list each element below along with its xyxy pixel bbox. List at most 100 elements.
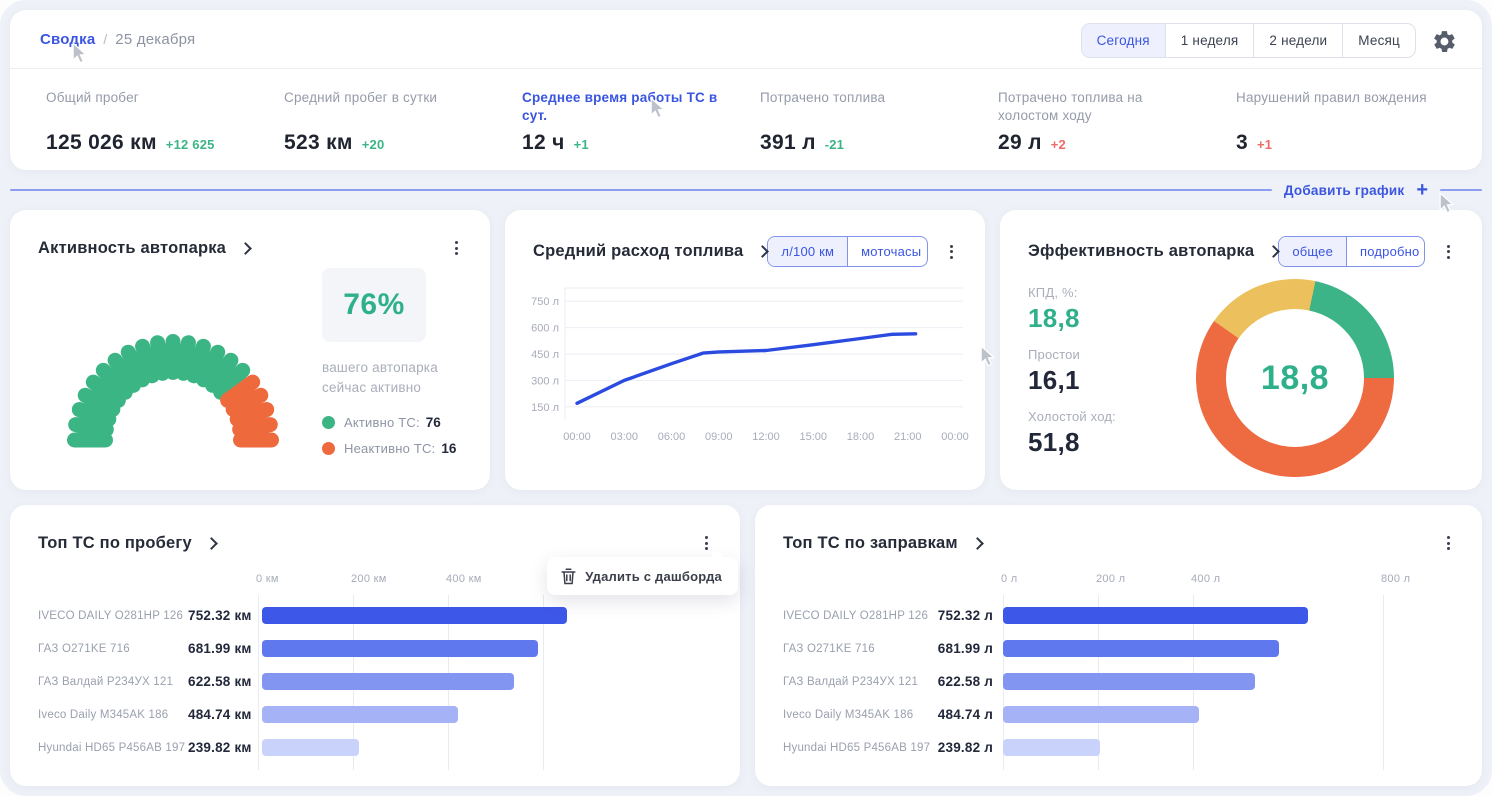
kpi-item: Средний пробег в сутки523 км+20 [284, 89, 522, 155]
card-title: Средний расход топлива [533, 242, 743, 261]
svg-text:03:00: 03:00 [610, 431, 638, 443]
vehicle-label: ГАЗ O271KE 716 [38, 643, 188, 655]
card-title: Топ ТС по пробегу [38, 534, 192, 553]
vehicle-value: 622.58 км [188, 674, 262, 689]
kebab-menu-icon[interactable] [1441, 531, 1456, 555]
table-row: Hyundai HD65 P456AB 197239.82 л [783, 731, 1454, 764]
fleet-dashboard: Сводка / 25 декабря Сегодня1 неделя2 нед… [0, 0, 1492, 796]
kpi-delta: +2 [1051, 137, 1066, 152]
kpi-delta: +1 [1257, 137, 1272, 152]
activity-card: Активность автопарка 76% вашего автопарк… [10, 210, 490, 490]
breadcrumb-section-link[interactable]: Сводка [40, 31, 95, 48]
kpi-label: Нарушений правил вождения [1236, 89, 1436, 126]
period-tab[interactable]: 1 неделя [1165, 24, 1254, 57]
toggle-segment[interactable]: общее [1279, 237, 1346, 266]
vehicle-label: IVECO DAILY O281HP 126 [783, 610, 933, 622]
unit-toggle: л/100 кммоточасы [767, 236, 928, 267]
table-row: ГАЗ O271KE 716681.99 л [783, 632, 1454, 665]
table-row: Hyundai HD65 P456AB 197239.82 км [38, 731, 712, 764]
bar-rows: IVECO DAILY O281HP 126752.32 лГАЗ O271KE… [783, 599, 1454, 764]
svg-text:750 л: 750 л [531, 296, 559, 308]
kpi-delta: -21 [825, 137, 844, 152]
fleet-activity-gauge [42, 294, 304, 452]
svg-text:450 л: 450 л [531, 349, 559, 361]
kebab-menu-icon[interactable] [944, 240, 959, 264]
vehicle-label: ГАЗ Валдай Р234УХ 121 [38, 676, 188, 688]
summary-panel: Сводка / 25 декабря Сегодня1 неделя2 нед… [10, 10, 1482, 170]
chevron-right-icon[interactable] [239, 242, 252, 255]
bar [262, 706, 458, 723]
efficiency-donut-chart: 18,8 [1196, 279, 1394, 477]
chevron-right-icon[interactable] [971, 537, 984, 550]
vehicle-label: Iveco Daily M345AK 186 [38, 709, 188, 721]
kpi-delta: +1 [574, 137, 589, 152]
period-tab[interactable]: 2 недели [1253, 24, 1342, 57]
trash-icon [561, 568, 576, 585]
kpi-label: Общий пробег [46, 89, 246, 126]
table-row: ГАЗ Валдай Р234УХ 121622.58 л [783, 665, 1454, 698]
kpi-delta: +20 [362, 137, 385, 152]
kpi-item: Среднее время работы ТС в сут. 12 ч +1 [522, 89, 760, 155]
kpi-label[interactable]: Среднее время работы ТС в сут. [522, 89, 722, 126]
kpi-value-row: 125 026 км +12 625 [46, 131, 266, 155]
svg-text:00:00: 00:00 [941, 431, 969, 443]
fuel-line-chart: 750 л600 л450 л300 л150 л00:0003:0006:00… [525, 272, 969, 448]
card-title: Топ ТС по заправкам [783, 534, 958, 553]
table-row: Iveco Daily M345AK 186484.74 л [783, 698, 1454, 731]
breadcrumb-separator: / [103, 31, 107, 47]
kpi-value: 125 026 км [46, 131, 157, 155]
vehicle-label: ГАЗ O271KE 716 [783, 643, 933, 655]
vehicle-label: Hyundai HD65 P456AB 197 [783, 742, 933, 754]
kebab-menu-icon[interactable] [1441, 240, 1456, 264]
axis-tick-label: 400 км [446, 573, 482, 585]
settings-gear-icon[interactable] [1432, 29, 1458, 55]
add-chart-button[interactable]: Добавить график [1284, 183, 1404, 198]
bar [1003, 739, 1100, 756]
kpi-delta: +12 625 [166, 137, 215, 152]
kpi-label: Средний пробег в сутки [284, 89, 484, 126]
active-percent-badge: 76% [322, 268, 426, 342]
vehicle-label: ГАЗ Валдай Р234УХ 121 [783, 676, 933, 688]
efficiency-card: Эффективность автопарка общееподробно КП… [1000, 210, 1482, 490]
stat-value: 16,1 [1028, 365, 1188, 396]
fuel-consumption-card: Средний расход топлива л/100 кммоточасы … [505, 210, 985, 490]
bar [262, 640, 538, 657]
menu-item-delete-from-dashboard[interactable]: Удалить с дашборда [585, 569, 722, 584]
bar [262, 673, 514, 690]
kebab-menu-icon[interactable] [699, 531, 714, 555]
bar [262, 739, 359, 756]
kpi-item: Потрачено топлива на холостом ходу 29 л +2 [998, 89, 1236, 155]
kpi-label: Потрачено топлива [760, 89, 960, 126]
chevron-right-icon[interactable] [205, 537, 218, 550]
toggle-segment[interactable]: подробно [1346, 237, 1425, 266]
table-row: Iveco Daily M345AK 186484.74 км [38, 698, 712, 731]
top-mileage-card: Топ ТС по пробегу Удалить с дашборда 0 к… [10, 505, 740, 786]
breadcrumb-date: 25 декабря [115, 31, 195, 48]
toggle-segment[interactable]: л/100 км [768, 237, 847, 266]
svg-text:15:00: 15:00 [799, 431, 827, 443]
add-chart-divider: Добавить график + [10, 182, 1482, 198]
axis-tick-label: 800 л [1381, 573, 1410, 585]
kebab-menu-icon[interactable] [449, 236, 464, 260]
period-tab[interactable]: Сегодня [1082, 24, 1165, 57]
gauge-caption: вашего автопарка сейчас активно [322, 358, 478, 397]
svg-text:300 л: 300 л [531, 375, 559, 387]
svg-text:06:00: 06:00 [658, 431, 686, 443]
stat-value: 51,8 [1028, 427, 1188, 458]
vehicle-value: 239.82 км [188, 740, 262, 755]
kpi-label: Потрачено топлива на холостом ходу [998, 89, 1198, 126]
kpi-item: Общий пробег 125 026 км +12 625 [46, 89, 284, 155]
bar [1003, 607, 1308, 624]
bar-rows: IVECO DAILY O281HP 126752.32 км ГАЗ O271K… [38, 599, 712, 764]
svg-text:150 л: 150 л [531, 402, 559, 414]
kpi-value-row: 12 ч +1 [522, 131, 742, 155]
period-tab[interactable]: Месяц [1342, 24, 1415, 57]
kpi-value: 12 ч [522, 131, 565, 155]
toggle-segment[interactable]: моточасы [847, 237, 928, 266]
axis-tick-label: 200 км [351, 573, 387, 585]
vehicle-value: 484.74 км [188, 707, 262, 722]
kpi-value: 29 л [998, 131, 1042, 155]
table-row: IVECO DAILY O281HP 126752.32 км [38, 599, 712, 632]
card-title: Активность автопарка [38, 239, 226, 258]
plus-icon[interactable]: + [1416, 180, 1428, 200]
